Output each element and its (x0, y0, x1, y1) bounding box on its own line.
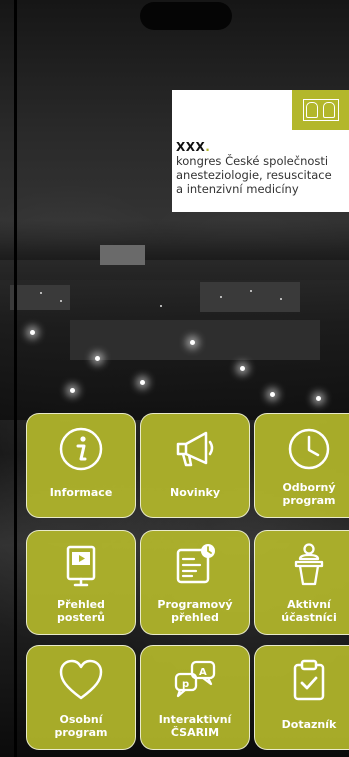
app-screen: XXX. kongres České společnosti anestezio… (0, 0, 349, 757)
tile-aktivni-ucastnici[interactable]: Aktivní účastníci (254, 530, 349, 635)
congress-name: kongres České společnosti anesteziologie… (176, 154, 348, 196)
svg-text:A: A (199, 667, 207, 678)
tile-label: Odborný program (282, 481, 336, 507)
clock-icon (288, 428, 330, 470)
tile-novinky[interactable]: Novinky (140, 413, 250, 518)
tile-label: Informace (49, 486, 113, 499)
clipboard-check-icon (293, 659, 325, 701)
tile-label: Osobní program (54, 713, 108, 739)
tile-odborny-program[interactable]: Odborný program (254, 413, 349, 518)
congress-name-line: anesteziologie, resuscitace (176, 168, 332, 182)
program-overview-icon (176, 544, 215, 584)
society-emblem-icon (302, 99, 339, 121)
tile-label: Aktivní účastníci (281, 598, 337, 624)
tile-label: Interaktivní ČSARIM (158, 713, 232, 739)
tile-dotaznik[interactable]: Dotazník (254, 645, 349, 750)
speaker-podium-icon (294, 543, 324, 586)
tile-label: Přehled posterů (57, 598, 105, 624)
tile-programovy-prehled[interactable]: Programový přehled (140, 530, 250, 635)
tile-prehled-posteru[interactable]: Přehled posterů (26, 530, 136, 635)
phone-notch (140, 2, 232, 30)
congress-name-line: kongres České společnosti (176, 154, 329, 168)
tile-label: Dotazník (281, 718, 337, 731)
congress-name-line: a intenzivní medicíny (176, 182, 299, 196)
tile-osobni-program[interactable]: Osobní program (26, 645, 136, 750)
tile-label: Novinky (169, 486, 221, 499)
megaphone-icon (176, 431, 214, 467)
svg-text:p: p (182, 679, 189, 690)
tile-interaktivni-csarim[interactable]: p A Interaktivní ČSARIM (140, 645, 250, 750)
info-icon (59, 427, 103, 471)
chat-bubbles-icon: p A (174, 660, 216, 698)
poster-icon (66, 545, 96, 587)
society-logo (292, 90, 349, 130)
congress-logo-card: XXX. kongres České společnosti anestezio… (172, 90, 349, 212)
heart-icon (59, 659, 103, 700)
tile-informace[interactable]: Informace (26, 413, 136, 518)
congress-number: XXX. (176, 140, 211, 154)
tile-label: Programový přehled (157, 598, 233, 624)
